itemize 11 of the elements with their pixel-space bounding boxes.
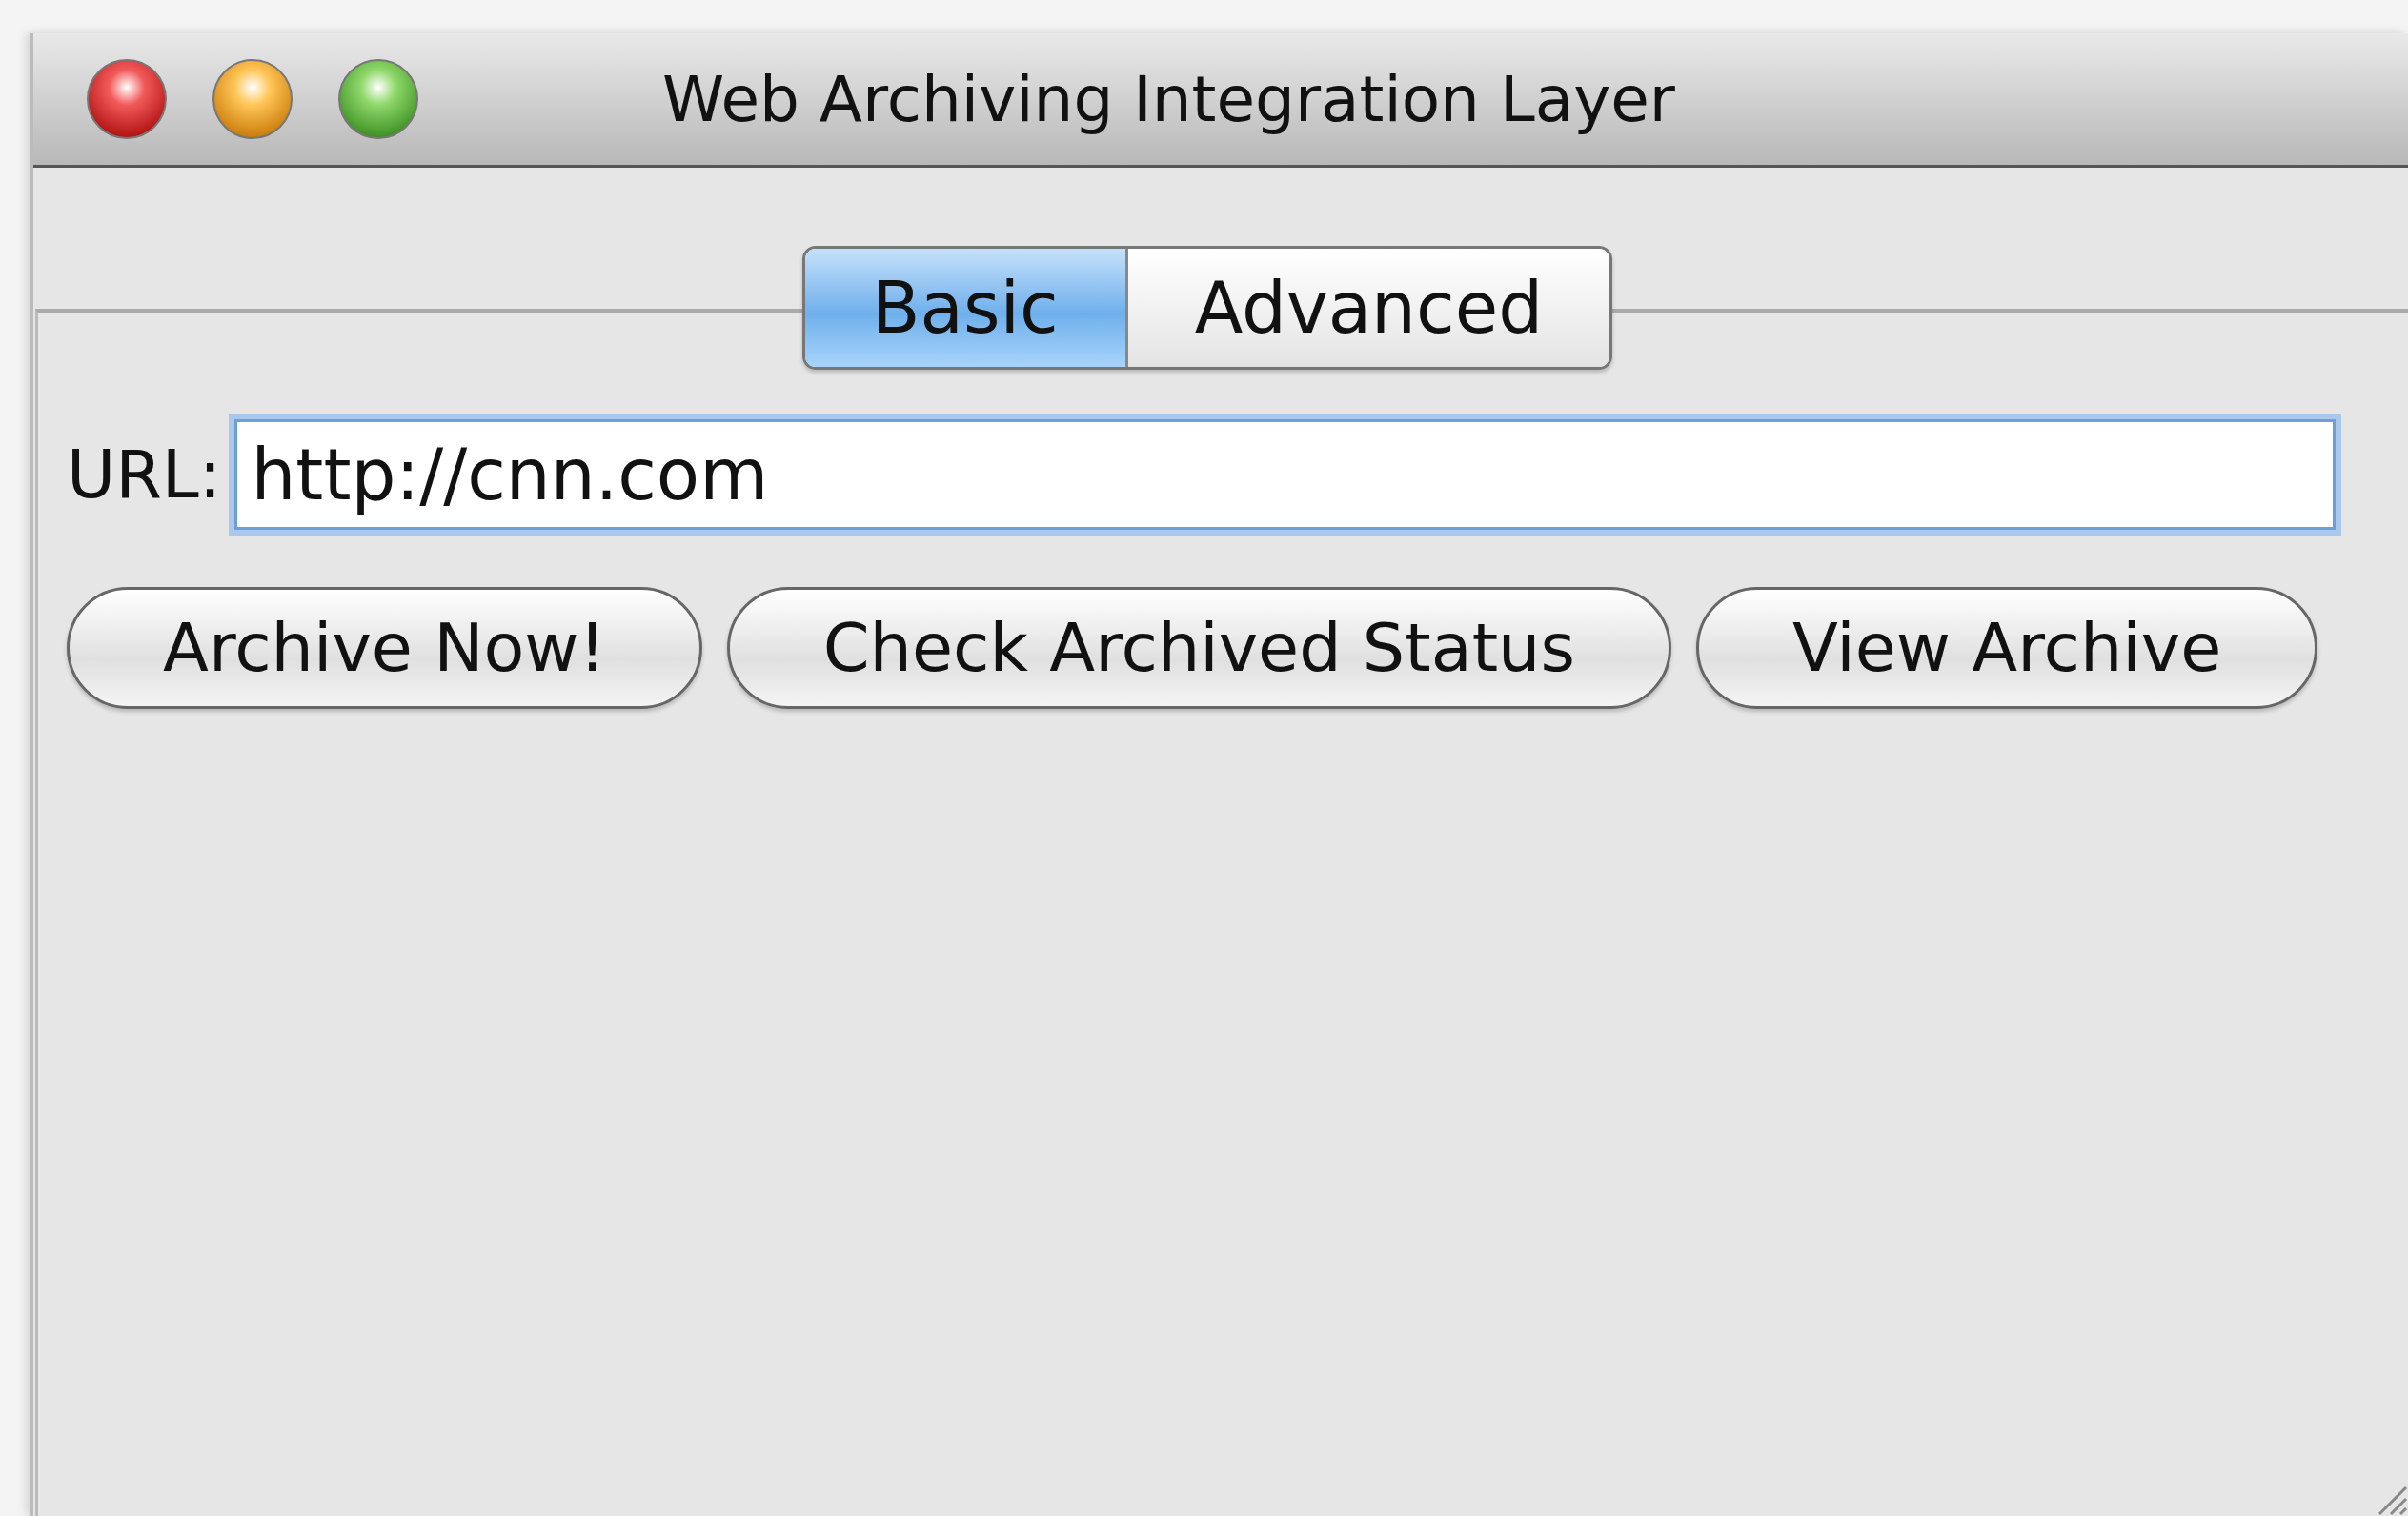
- window-title: Web Archiving Integration Layer: [662, 62, 1675, 136]
- url-input-field[interactable]: http://cnn.com: [234, 419, 2337, 530]
- minimize-button-icon[interactable]: [212, 58, 293, 140]
- close-button-icon[interactable]: [86, 58, 168, 140]
- check-status-button[interactable]: Check Archived Status: [726, 587, 1671, 709]
- zoom-button-icon[interactable]: [337, 58, 419, 140]
- url-label: URL:: [67, 435, 222, 514]
- view-archive-button[interactable]: View Archive: [1695, 587, 2318, 709]
- tab[interactable]: Basic: [804, 249, 1125, 367]
- tab[interactable]: Advanced: [1124, 249, 1610, 367]
- archive-now-button[interactable]: Archive Now!: [67, 587, 702, 709]
